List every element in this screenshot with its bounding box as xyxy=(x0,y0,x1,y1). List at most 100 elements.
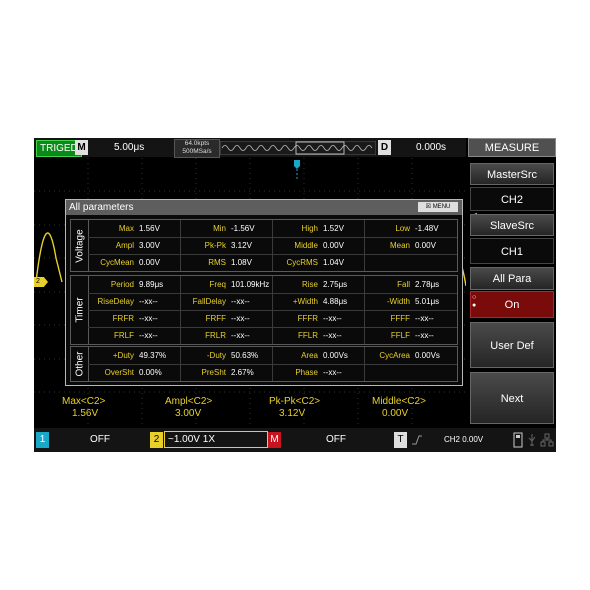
sample-rate: 500MSa/s xyxy=(182,148,212,155)
parameter-cell: FFLR --xx-- xyxy=(274,327,366,344)
parameter-value: 4.88μs xyxy=(323,297,348,306)
parameter-name: RMS xyxy=(208,258,226,267)
parameter-value: 49.37% xyxy=(139,351,167,360)
parameter-cell: +Duty 49.37% xyxy=(90,347,182,364)
parameter-value: -1.48V xyxy=(415,224,439,233)
main-timebase-chip[interactable]: M xyxy=(75,140,88,155)
parameter-cell: Rise 2.75μs xyxy=(274,276,366,293)
parameter-name: FRFR xyxy=(112,314,134,323)
parameter-cell: -Duty 50.63% xyxy=(182,347,274,364)
parameter-name: Rise xyxy=(301,280,318,289)
slavesrc-value-label: CH1 xyxy=(500,246,523,258)
rising-edge-icon xyxy=(412,435,422,445)
parameter-cell: FFFF --xx-- xyxy=(366,310,458,327)
slavesrc-button[interactable]: SlaveSrc xyxy=(470,214,554,236)
mastersrc-button[interactable]: MasterSrc xyxy=(470,163,554,185)
parameter-cell xyxy=(366,364,458,381)
parameter-cell xyxy=(366,254,458,271)
parameter-value: --xx-- xyxy=(231,331,250,340)
parameter-name: -Width xyxy=(386,297,410,306)
group-label-text: Timer xyxy=(74,297,85,323)
parameter-name: FRLR xyxy=(205,331,226,340)
parameter-value: --xx-- xyxy=(231,297,250,306)
parameter-cell: Area 0.00Vs xyxy=(274,347,366,364)
mastersrc-value[interactable]: ◀CH2 xyxy=(470,187,554,218)
parameter-value: 3.12V xyxy=(231,241,252,250)
parameter-name: Mean xyxy=(389,241,410,250)
parameter-cell: Period 9.89μs xyxy=(90,276,182,293)
ch2-settings-box[interactable]: ~1.00V 1X xyxy=(164,431,268,448)
group-label-text: Voltage xyxy=(74,228,85,263)
parameter-cell: CycRMS 1.04V xyxy=(274,254,366,271)
trigger-chip[interactable]: T xyxy=(394,432,407,448)
group-label: Timer xyxy=(71,276,89,344)
user-def-button[interactable]: User Def xyxy=(470,322,554,368)
parameter-name: Freq xyxy=(209,280,226,289)
allpara-on-option[interactable]: ○ ● On xyxy=(470,291,554,318)
parameter-name: Pk-Pk xyxy=(204,241,226,250)
parameter-cell: RiseDelay --xx-- xyxy=(90,293,182,310)
parameter-name: Ampl xyxy=(115,241,134,250)
summary-name: Pk-Pk<C2> xyxy=(269,396,321,407)
math-chip[interactable]: M xyxy=(268,432,281,448)
parameter-value: 2.75μs xyxy=(323,280,348,289)
next-button[interactable]: Next xyxy=(470,372,554,424)
dialog-menu-label: MENU xyxy=(432,204,451,210)
dialog-menu-button[interactable]: ☒ MENU xyxy=(418,202,458,212)
parameter-name: FRFF xyxy=(205,314,226,323)
ch2-chip[interactable]: 2 xyxy=(150,432,163,448)
mastersrc-value-label: CH2 xyxy=(500,194,523,206)
ch1-state: OFF xyxy=(90,434,110,445)
parameter-value: 2.67% xyxy=(231,368,254,377)
radio-options-icon: ○ ● xyxy=(472,294,477,309)
parameter-cell: Pk-Pk 3.12V xyxy=(182,237,274,254)
parameter-name: +Duty xyxy=(112,351,134,360)
parameter-cell: Min -1.56V xyxy=(182,220,274,237)
parameter-cell: PreSht 2.67% xyxy=(182,364,274,381)
parameter-group-other: Other +Duty 49.37% -Duty 50.63% Area 0.00Vs Cyc… xyxy=(70,346,458,382)
parameter-value: 2.78μs xyxy=(415,280,440,289)
user-def-label: User Def xyxy=(490,340,534,352)
ch1-chip[interactable]: 1 xyxy=(36,432,49,448)
parameter-cell: FFFR --xx-- xyxy=(274,310,366,327)
close-icon: ☒ xyxy=(425,204,433,210)
parameter-cell: FRFR --xx-- xyxy=(90,310,182,327)
parameter-name: -Duty xyxy=(206,351,226,360)
parameter-value: 1.52V xyxy=(323,224,344,233)
ch2-settings: ~1.00V 1X xyxy=(168,434,215,445)
dialog-titlebar: All parameters ☒ MENU xyxy=(66,200,462,215)
slavesrc-value[interactable]: ◀CH1 xyxy=(470,238,554,272)
parameter-name: Max xyxy=(118,224,134,233)
parameter-name: CycRMS xyxy=(286,258,318,267)
group-label-text: Other xyxy=(74,351,85,377)
ch2-ground-marker-label: 2 xyxy=(36,278,40,285)
delay-value: 0.000s xyxy=(416,142,447,153)
parameter-cell: Mean 0.00V xyxy=(366,237,458,254)
delay-chip[interactable]: D xyxy=(378,140,391,155)
summary-name: Ampl<C2> xyxy=(165,396,213,407)
parameter-group-timer: Timer Period 9.89μs Freq 101.09kHz Rise 2.75μs… xyxy=(70,275,458,345)
parameter-value: 0.00V xyxy=(415,241,436,250)
parameter-name: Middle xyxy=(294,241,318,250)
group-label: Other xyxy=(71,347,89,381)
parameter-group-voltage: Voltage Max 1.56V Min -1.56V High 1.52V Low -1.4… xyxy=(70,219,458,272)
parameter-name: Phase xyxy=(295,368,318,377)
parameter-cell: CycMean 0.00V xyxy=(90,254,182,271)
summary-value: 3.00V xyxy=(175,408,202,419)
allpara-on-label: On xyxy=(504,299,520,311)
allpara-button[interactable]: All Para xyxy=(470,267,554,290)
parameter-name: +Width xyxy=(292,297,318,306)
bottom-status-bar: 1 OFF 2 ~1.00V 1X M OFF T CH2 0.00V xyxy=(34,428,556,452)
trigger-info: CH2 0.00V xyxy=(444,435,484,444)
parameter-name: Period xyxy=(110,280,134,289)
summary-value: 0.00V xyxy=(382,408,409,419)
parameter-value: 3.00V xyxy=(139,241,160,250)
measure-menu: MEASURE MasterSrc ◀CH2 SlaveSrc ◀CH1 All… xyxy=(468,138,556,452)
ch2-waveform-left xyxy=(35,232,63,283)
usb-storage-icon xyxy=(513,432,523,448)
parameter-cell: FRLF --xx-- xyxy=(90,327,182,344)
parameter-cell: Ampl 3.00V xyxy=(90,237,182,254)
parameter-value: --xx-- xyxy=(415,314,434,323)
summary-measurement: Ampl<C2> 3.00V xyxy=(165,396,255,420)
parameter-cell: FRLR --xx-- xyxy=(182,327,274,344)
